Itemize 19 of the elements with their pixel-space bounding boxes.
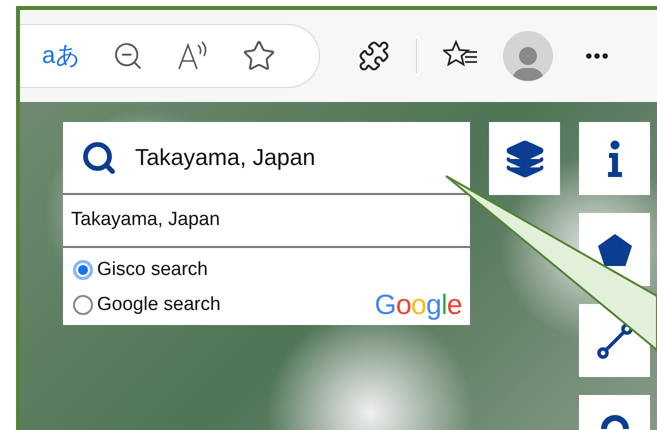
favorite-star-icon[interactable] <box>242 39 276 73</box>
layers-icon <box>504 138 544 178</box>
radio-label: Gisco search <box>97 258 208 282</box>
search-icon <box>81 140 117 176</box>
google-logo: Google <box>374 291 462 319</box>
profile-avatar[interactable] <box>503 31 553 81</box>
radio-label: Google search <box>97 292 221 316</box>
address-bar[interactable]: aあ <box>20 24 320 88</box>
layers-button[interactable] <box>489 122 560 195</box>
translate-icon[interactable]: aあ <box>42 44 80 68</box>
search-value: Takayama, Japan <box>135 143 316 172</box>
info-icon <box>606 140 622 178</box>
radio-button[interactable] <box>73 260 93 280</box>
info-button[interactable] <box>579 122 650 195</box>
radio-button[interactable] <box>73 294 93 315</box>
search-suggestion[interactable]: Takayama, Japan <box>63 195 470 248</box>
pentagon-icon <box>596 232 632 266</box>
extensions-icon[interactable] <box>358 40 390 72</box>
line-icon <box>596 322 634 360</box>
